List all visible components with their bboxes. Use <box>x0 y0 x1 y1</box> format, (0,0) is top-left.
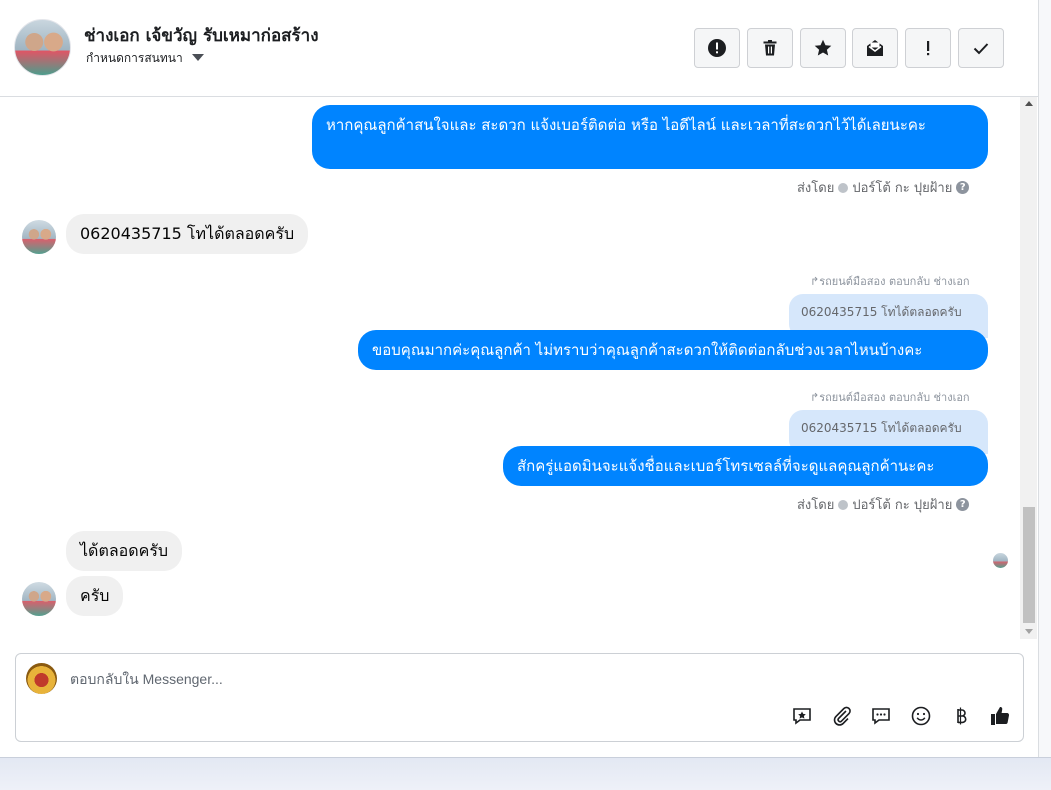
sender-name[interactable]: ปอร์โต้ กะ ปุยฝ้าย <box>852 177 952 198</box>
sent-by-label: ส่งโดย <box>797 181 835 196</box>
incoming-message[interactable]: 0620435715 โทได้ตลอดครับ <box>66 214 309 254</box>
incoming-message[interactable]: ได้ตลอดครับ <box>66 531 183 571</box>
saved-reply-icon[interactable] <box>790 704 814 728</box>
outgoing-message[interactable]: สักครู่แอดมินจะแจ้งชื่อและเบอร์โทรเซลล์ท… <box>503 446 988 486</box>
conversation-header: ช่างเอก เจ้ขวัญ รับเหมาก่อสร้าง กำหนดการ… <box>0 0 1038 97</box>
reply-context: ↱รถยนต์มือสอง ตอบกลับ ช่างเอก <box>810 275 970 288</box>
page-logo-avatar <box>26 663 57 694</box>
sender-avatar-icon <box>838 182 849 193</box>
trash-icon <box>763 40 777 56</box>
envelope-icon <box>867 40 883 56</box>
alert-circle-icon <box>708 39 726 57</box>
sent-by-info: ส่งโดย ปอร์โต้ กะ ปุยฝ้าย ? <box>797 494 970 515</box>
mark-unread-button[interactable] <box>852 28 898 68</box>
scrollbar-thumb[interactable] <box>1023 507 1035 623</box>
baht-icon[interactable] <box>949 704 973 728</box>
sent-by-info: ส่งโดย ปอร์โต้ กะ ปุยฝ้าย ? <box>797 177 970 198</box>
sender-avatar-icon <box>838 499 849 510</box>
seen-indicator-avatar <box>993 553 1008 568</box>
incoming-message[interactable]: ครับ <box>66 576 124 616</box>
contact-avatar[interactable] <box>14 19 71 76</box>
contact-avatar-small[interactable] <box>22 582 56 616</box>
delete-button[interactable] <box>747 28 793 68</box>
star-button[interactable] <box>800 28 846 68</box>
priority-button[interactable] <box>905 28 951 68</box>
report-button[interactable] <box>694 28 740 68</box>
quick-reply-icon[interactable] <box>869 704 893 728</box>
reply-context: ↱รถยนต์มือสอง ตอบกลับ ช่างเอก <box>810 391 970 404</box>
outgoing-message[interactable]: ขอบคุณมากค่ะคุณลูกค้า ไม่ทราบว่าคุณลูกค้… <box>358 330 988 370</box>
attachment-icon[interactable] <box>830 704 854 728</box>
conversation-panel: ช่างเอก เจ้ขวัญ รับเหมาก่อสร้าง กำหนดการ… <box>0 0 1039 757</box>
caret-down-icon[interactable] <box>192 54 204 61</box>
help-icon[interactable]: ? <box>956 498 970 511</box>
window-edge <box>1039 0 1051 757</box>
desktop-background <box>0 757 1051 790</box>
scroll-down-arrow-icon[interactable] <box>1025 629 1033 634</box>
sent-by-label: ส่งโดย <box>797 498 835 513</box>
contact-avatar-small[interactable] <box>22 220 56 254</box>
emoji-icon[interactable] <box>909 704 933 728</box>
star-icon <box>814 39 832 56</box>
contact-name[interactable]: ช่างเอก เจ้ขวัญ รับเหมาก่อสร้าง <box>84 22 319 49</box>
assign-conversation-label[interactable]: กำหนดการสนทนา <box>86 49 183 68</box>
sender-name[interactable]: ปอร์โต้ กะ ปุยฝ้าย <box>852 494 952 515</box>
outgoing-message[interactable]: หากคุณลูกค้าสนใจและ สะดวก แจ้งเบอร์ติดต่… <box>312 105 988 169</box>
scroll-up-arrow-icon[interactable] <box>1025 101 1033 106</box>
reply-input[interactable] <box>70 670 770 688</box>
exclamation-icon <box>927 41 930 56</box>
checkmark-icon <box>973 43 989 55</box>
thumbs-up-icon[interactable] <box>988 704 1012 728</box>
help-icon[interactable]: ? <box>956 181 970 194</box>
done-button[interactable] <box>958 28 1004 68</box>
reply-composer[interactable] <box>15 653 1024 742</box>
